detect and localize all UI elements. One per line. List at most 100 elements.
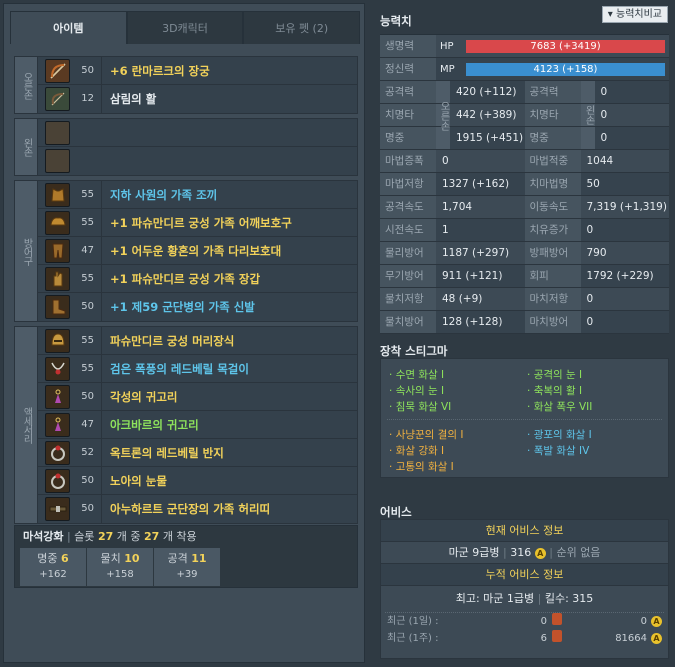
abyss-rank-order: 순위 없음 <box>556 546 601 559</box>
hand-stats: 공격력 420 (+112) 공격력 0 치명타 442 (+389) 치명타 0 명중 1915… <box>380 81 669 150</box>
stigma-skill[interactable]: · 공격의 눈 I <box>527 367 582 382</box>
equipment-item-row[interactable]: 55 지하 사원의 가족 조끼 <box>38 180 357 209</box>
abyss-recent-points: 0 <box>640 616 647 627</box>
item-name[interactable]: 삼림의 활 <box>102 91 156 107</box>
shoulder-guard-icon[interactable] <box>45 210 70 235</box>
item-name[interactable]: 각성의 귀고리 <box>102 389 177 405</box>
tab-pets[interactable]: 보유 펫 (2) <box>243 11 361 44</box>
equipment-item-row[interactable]: 50 노아의 눈물 <box>38 466 357 495</box>
bow-icon[interactable] <box>45 87 70 111</box>
tab-3d-character[interactable]: 3D캐릭터 <box>126 11 244 44</box>
item-name[interactable]: +1 어두운 황혼의 가족 다리보호대 <box>102 243 281 259</box>
item-name[interactable]: 노아의 눈물 <box>102 473 167 489</box>
abyss-kills: 315 <box>572 592 594 605</box>
necklace-icon[interactable] <box>45 356 70 381</box>
stat-row: 시전속도 1 치유증가 0 <box>380 219 669 242</box>
helmet-icon[interactable] <box>45 328 70 353</box>
stigma-skill[interactable]: · 광포의 화살 I <box>527 427 592 442</box>
empty-slot[interactable] <box>38 147 357 175</box>
equipment-item-row[interactable]: 50 +1 제59 군단병의 가족 신발 <box>38 293 357 321</box>
stat-label: 명중 <box>524 127 581 149</box>
longbow-icon[interactable] <box>45 58 70 83</box>
stat-row: 물치저항 48 (+9) 마치저항 0 <box>380 288 669 311</box>
equipment-item-row[interactable]: 55 +1 파슈만디르 궁성 가족 장갑 <box>38 264 357 293</box>
compare-stats-button[interactable]: ▾ 능력치비교 <box>601 6 668 23</box>
leg-guard-icon[interactable] <box>45 238 70 263</box>
stat-value: 50 <box>586 178 600 190</box>
item-name[interactable]: 아크바르의 귀고리 <box>102 417 199 433</box>
group-right-hand: 오른손 50 +6 란마르크의 장궁 12 삼림의 활 <box>14 56 358 114</box>
stat-value: 442 (+389) <box>456 109 517 121</box>
manastone-box: 물치 10 +158 <box>87 548 153 586</box>
left-hand-tag: 왼손 <box>583 105 594 125</box>
item-name[interactable]: +1 파슈만디르 궁성 가족 어깨보호구 <box>102 215 292 231</box>
tab-items[interactable]: 아이템 <box>10 11 127 44</box>
equipment-item-row[interactable]: 55 파슈만디르 궁성 머리장식 <box>38 326 357 355</box>
stigma-skill[interactable]: · 사냥꾼의 결의 I <box>389 427 463 442</box>
equipment-item-row[interactable]: 12 삼림의 활 <box>38 85 357 113</box>
stigma-skill[interactable]: · 수면 화살 I <box>389 367 444 382</box>
manastone-slot-label: 슬롯 <box>74 530 95 543</box>
manastone-equipped: 27 <box>144 530 160 543</box>
stigma-skill[interactable]: · 화살 강화 I <box>389 443 444 458</box>
item-name[interactable]: 아누하르트 군단장의 가족 허리띠 <box>102 501 270 517</box>
manastone-stat-count: 10 <box>124 552 140 565</box>
stat-value: 0 <box>600 132 608 144</box>
manastone-equipped-label: 개 착용 <box>162 530 197 543</box>
stat-value: 1,704 <box>442 201 473 213</box>
equipment-item-row[interactable]: 50 +6 란마르크의 장궁 <box>38 56 357 85</box>
manastone-panel: 마석강화 | 슬롯 27 개 중 27 개 착용 명중 6 +162 물치 10 +… <box>14 525 358 588</box>
equipment-item-row[interactable]: 47 아크바르의 귀고리 <box>38 410 357 439</box>
tab-bar: 아이템 3D캐릭터 보유 펫 (2) <box>10 11 361 44</box>
stat-value: 1187 (+297) <box>442 247 510 259</box>
glove-icon[interactable] <box>45 266 70 291</box>
item-level: 52 <box>70 438 102 467</box>
stat-value: 48 (+9) <box>442 293 483 305</box>
item-name[interactable]: 옥트론의 레드베릴 반지 <box>102 445 224 461</box>
manastone-slot-count: 27 <box>97 530 114 543</box>
earring-icon[interactable] <box>45 412 70 437</box>
stat-label: 물리방어 <box>380 242 436 264</box>
manastone-stat-bonus: +158 <box>106 569 134 580</box>
abyss-recent-kills: 6 <box>540 633 547 644</box>
item-level: 50 <box>70 466 102 495</box>
stigma-skill[interactable]: · 축복의 활 I <box>527 383 582 398</box>
equipment-item-row[interactable]: 55 +1 파슈만디르 궁성 가족 어깨보호구 <box>38 208 357 237</box>
equipment-item-row[interactable]: 55 검은 폭풍의 레드베릴 목걸이 <box>38 354 357 383</box>
belt-icon[interactable] <box>45 497 70 521</box>
stat-label: 치명타 <box>380 104 436 126</box>
abyss-recent-kills: 0 <box>540 616 547 627</box>
stigma-skill[interactable]: · 속사의 눈 I <box>389 383 444 398</box>
ring-icon[interactable] <box>45 440 70 465</box>
stigma-skill[interactable]: · 폭발 화살 IV <box>527 443 589 458</box>
stat-row: 치명타 442 (+389) 치명타 0 <box>380 104 669 127</box>
stigma-bullet-icon: · <box>527 401 534 413</box>
vest-icon[interactable] <box>45 182 70 207</box>
stigma-skill-name: 고통의 화살 I <box>395 461 454 473</box>
item-name[interactable]: +1 파슈만디르 궁성 가족 장갑 <box>102 271 260 287</box>
stigma-bullet-icon: · <box>389 401 396 413</box>
stat-label: 공격속도 <box>380 196 436 218</box>
equipment-item-row[interactable]: 50 각성의 귀고리 <box>38 382 357 411</box>
stigma-skill-name: 축복의 활 I <box>533 385 583 397</box>
item-level: 55 <box>70 326 102 355</box>
empty-slot[interactable] <box>38 119 357 147</box>
stat-label: 물치저항 <box>380 288 436 310</box>
item-name[interactable]: +1 제59 군단병의 가족 신발 <box>102 299 255 315</box>
stigma-skill[interactable]: · 침묵 화살 VI <box>389 399 451 414</box>
equipment-item-row[interactable]: 50 아누하르트 군단장의 가족 허리띠 <box>38 495 357 523</box>
stat-value: 0 <box>586 224 594 236</box>
boots-icon[interactable] <box>45 295 70 319</box>
item-name[interactable]: +6 란마르크의 장궁 <box>102 63 210 79</box>
item-name[interactable]: 지하 사원의 가족 조끼 <box>102 187 217 203</box>
stigma-skill[interactable]: · 화살 폭우 VII <box>527 399 592 414</box>
stigma-skill[interactable]: · 고통의 화살 I <box>389 459 454 474</box>
equipment-item-row[interactable]: 47 +1 어두운 황혼의 가족 다리보호대 <box>38 236 357 265</box>
item-name[interactable]: 검은 폭풍의 레드베릴 목걸이 <box>102 361 249 377</box>
earring-icon[interactable] <box>45 384 70 409</box>
ring-icon[interactable] <box>45 468 70 493</box>
hp-bar: 7683 (+3419) <box>466 40 665 53</box>
item-name[interactable]: 파슈만디르 궁성 머리장식 <box>102 333 234 349</box>
abyss-recent-label: 최근 (1일) : <box>387 616 439 627</box>
equipment-item-row[interactable]: 52 옥트론의 레드베릴 반지 <box>38 438 357 467</box>
